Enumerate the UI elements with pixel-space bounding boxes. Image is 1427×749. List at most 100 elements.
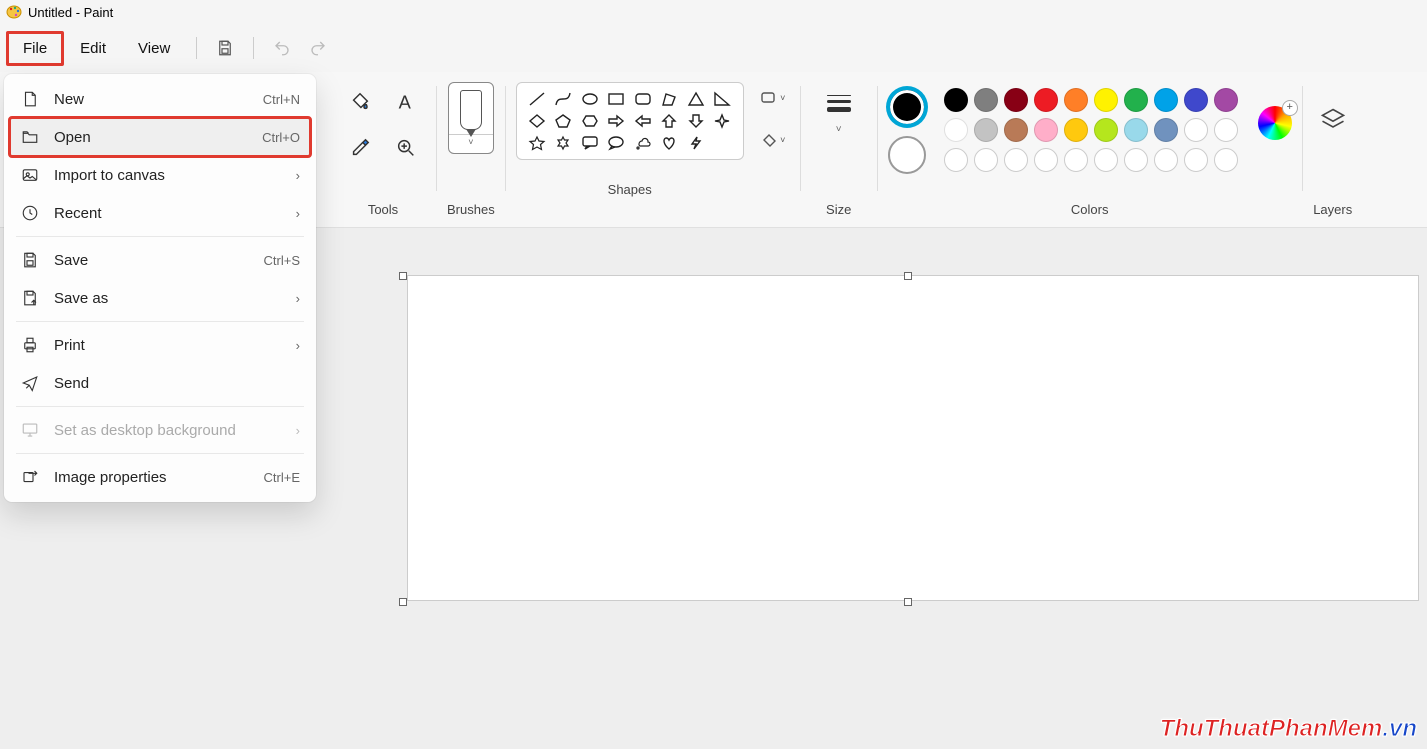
color-swatch[interactable] (1124, 118, 1148, 142)
color-secondary-swatch[interactable] (888, 136, 926, 174)
shape-4star-icon[interactable] (712, 112, 732, 130)
shape-triangle-icon[interactable] (686, 90, 706, 108)
shape-callout-rect-icon[interactable] (580, 134, 600, 152)
color-swatch[interactable] (1154, 148, 1178, 172)
save-quick-button[interactable] (207, 32, 243, 64)
shape-arrow-right-icon[interactable] (606, 112, 626, 130)
color-swatch[interactable] (1124, 148, 1148, 172)
file-menu-print[interactable]: Print› (10, 326, 310, 364)
shape-roundrect-icon[interactable] (633, 90, 653, 108)
layers-button[interactable] (1313, 100, 1353, 140)
file-menu-new[interactable]: NewCtrl+N (10, 80, 310, 118)
file-menu-image-properties[interactable]: Image propertiesCtrl+E (10, 458, 310, 496)
shape-diamond-icon[interactable] (527, 112, 547, 130)
color-swatch[interactable] (1064, 148, 1088, 172)
color-swatch[interactable] (1064, 88, 1088, 112)
chevron-right-icon: › (296, 206, 300, 221)
menu-shortcut: Ctrl+E (264, 470, 300, 485)
file-menu-send[interactable]: Send (10, 364, 310, 402)
file-menu-import-to-canvas[interactable]: Import to canvas› (10, 156, 310, 194)
shapes-gallery[interactable] (516, 82, 744, 160)
shape-arrow-left-icon[interactable] (633, 112, 653, 130)
shape-polygon-icon[interactable] (659, 90, 679, 108)
menu-item-label: Save (54, 252, 88, 269)
size-dropdown[interactable]: ˅ (811, 82, 867, 135)
menu-file[interactable]: File (6, 31, 64, 66)
color-swatch[interactable] (1154, 118, 1178, 142)
color-swatch[interactable] (1004, 88, 1028, 112)
canvas-handle[interactable] (399, 272, 407, 280)
shape-callout-cloud-icon[interactable] (633, 134, 653, 152)
tool-eyedropper[interactable] (340, 128, 380, 168)
color-swatch[interactable] (1094, 88, 1118, 112)
color-primary-swatch[interactable] (888, 88, 926, 126)
color-swatch[interactable] (944, 88, 968, 112)
edit-colors-button[interactable] (1258, 106, 1292, 140)
canvas-handle[interactable] (904, 598, 912, 606)
redo-button[interactable] (300, 32, 336, 64)
shape-curve-icon[interactable] (553, 90, 573, 108)
color-swatch[interactable] (1154, 88, 1178, 112)
tool-fill[interactable] (340, 82, 380, 122)
shape-hexagon-icon[interactable] (580, 112, 600, 130)
canvas-handle[interactable] (399, 598, 407, 606)
chevron-right-icon: › (296, 291, 300, 306)
color-swatch[interactable] (1124, 88, 1148, 112)
menu-divider (16, 321, 304, 322)
color-swatch[interactable] (1214, 88, 1238, 112)
color-swatch[interactable] (1034, 118, 1058, 142)
shape-5star-icon[interactable] (527, 134, 547, 152)
ribbon-group-colors: Colors (878, 74, 1302, 227)
color-swatch[interactable] (1184, 88, 1208, 112)
save-icon (20, 250, 40, 270)
color-swatch[interactable] (1094, 118, 1118, 142)
tool-zoom[interactable] (386, 128, 426, 168)
shape-line-icon[interactable] (527, 90, 547, 108)
color-swatch[interactable] (1064, 118, 1088, 142)
color-swatch[interactable] (974, 88, 998, 112)
shape-pentagon-icon[interactable] (553, 112, 573, 130)
color-swatch[interactable] (944, 118, 968, 142)
menu-item-label: Send (54, 375, 89, 392)
color-swatch[interactable] (1214, 118, 1238, 142)
color-swatch[interactable] (1184, 148, 1208, 172)
menu-view[interactable]: View (122, 32, 186, 65)
file-menu-save-as[interactable]: Save as› (10, 279, 310, 317)
file-menu-open[interactable]: OpenCtrl+O (10, 118, 310, 156)
color-swatch[interactable] (974, 148, 998, 172)
color-swatch[interactable] (1214, 148, 1238, 172)
menu-edit[interactable]: Edit (64, 32, 122, 65)
canvas[interactable] (408, 276, 1418, 600)
color-swatch[interactable] (944, 148, 968, 172)
shape-lightning-icon[interactable] (686, 134, 706, 152)
shape-heart-icon[interactable] (659, 134, 679, 152)
canvas-handle[interactable] (904, 272, 912, 280)
shape-rect-icon[interactable] (606, 90, 626, 108)
color-swatch[interactable] (1004, 148, 1028, 172)
menu-shortcut: Ctrl+O (262, 130, 300, 145)
shape-fill-dropdown[interactable]: ˅ (756, 128, 790, 152)
watermark: ThuThuatPhanMem.vn (1160, 715, 1417, 743)
color-swatch[interactable] (1094, 148, 1118, 172)
shape-right-triangle-icon[interactable] (712, 90, 732, 108)
shape-callout-oval-icon[interactable] (606, 134, 626, 152)
shape-6star-icon[interactable] (553, 134, 573, 152)
color-swatch[interactable] (1004, 118, 1028, 142)
file-menu-set-as-desktop-background: Set as desktop background› (10, 411, 310, 449)
color-swatch[interactable] (974, 118, 998, 142)
color-swatch[interactable] (1184, 118, 1208, 142)
undo-button[interactable] (264, 32, 300, 64)
shape-outline-dropdown[interactable]: ˅ (756, 86, 790, 110)
color-swatch[interactable] (1034, 148, 1058, 172)
shape-oval-icon[interactable] (580, 90, 600, 108)
file-menu-save[interactable]: SaveCtrl+S (10, 241, 310, 279)
ribbon-label-tools: Tools (368, 202, 398, 223)
tool-text[interactable]: A (386, 82, 426, 122)
ribbon-group-layers: Layers (1303, 74, 1363, 227)
shape-arrow-up-icon[interactable] (659, 112, 679, 130)
file-menu-recent[interactable]: Recent› (10, 194, 310, 232)
brush-picker[interactable]: ˅ (448, 82, 494, 154)
shape-arrow-down-icon[interactable] (686, 112, 706, 130)
color-swatch[interactable] (1034, 88, 1058, 112)
menu-divider (16, 236, 304, 237)
